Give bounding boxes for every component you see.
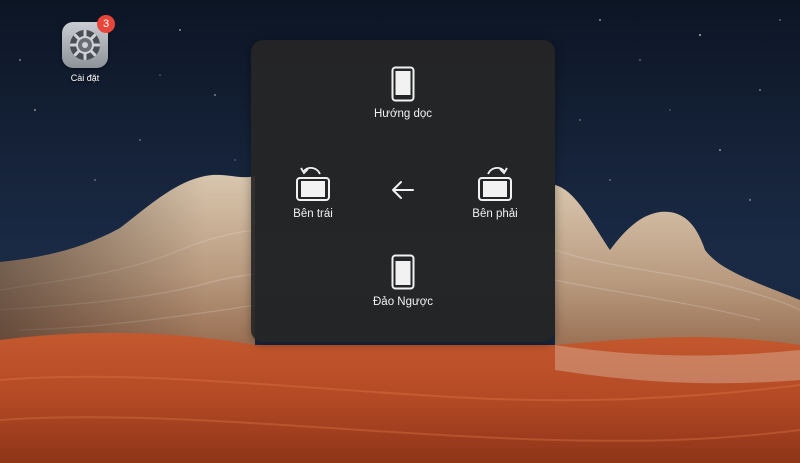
- settings-app-tile[interactable]: 3: [62, 15, 115, 68]
- app-label: Cài đặt: [70, 73, 100, 83]
- ipad-portrait-icon: [391, 66, 415, 102]
- gear-icon: [70, 30, 100, 60]
- back-button[interactable]: [389, 178, 417, 202]
- option-right-label: Bên phải: [472, 208, 518, 220]
- ipad-upside-down-icon: [391, 254, 415, 290]
- rotate-right-icon: [478, 167, 512, 201]
- notification-badge: 3: [97, 15, 115, 33]
- option-portrait-label: Hướng dọc: [373, 108, 433, 120]
- home-screen: 3 Cài đặt Hướng dọc Bên trái Bên phải Đả…: [0, 0, 800, 463]
- back-arrow-icon: [392, 181, 414, 199]
- option-portrait[interactable]: Hướng dọc: [348, 66, 458, 120]
- rotate-left-icon: [296, 167, 330, 201]
- option-upside-down-label: Đảo Ngược: [373, 296, 433, 308]
- option-rotate-left[interactable]: Bên trái: [258, 164, 368, 220]
- option-rotate-right[interactable]: Bên phải: [440, 164, 550, 220]
- option-left-label: Bên trái: [293, 208, 333, 220]
- app-settings[interactable]: 3 Cài đặt: [60, 15, 115, 83]
- option-upside-down[interactable]: Đảo Ngược: [348, 254, 458, 308]
- rotate-screen-menu: Hướng dọc Bên trái Bên phải Đảo Ngược: [251, 40, 555, 342]
